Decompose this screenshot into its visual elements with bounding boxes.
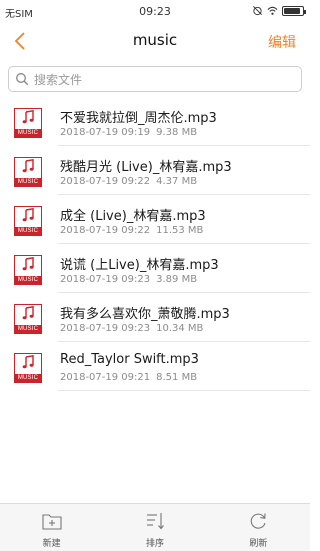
row-divider — [58, 390, 310, 391]
refresh-label: 刷新 — [249, 539, 268, 549]
file-size: 4.37 MB — [156, 176, 198, 187]
nav-bar: music 编辑 — [0, 22, 310, 60]
file-date: 2018-07-19 09:22 — [60, 225, 151, 236]
file-date: 2018-07-19 09:23 — [60, 323, 151, 334]
music-tag: MUSIC — [14, 129, 42, 138]
search-input[interactable]: 搜索文件 — [8, 66, 302, 92]
file-list-item[interactable]: MUSIC 不爱我就拉倒_周杰伦.mp3 2018-07-19 09:19 9.38 … — [0, 97, 310, 146]
file-meta: 2018-07-19 09:21 8.51 MB — [60, 372, 197, 383]
file-meta: 2018-07-19 09:23 3.89 MB — [60, 274, 197, 285]
music-tag: MUSIC — [14, 325, 42, 334]
file-meta: 2018-07-19 09:22 4.37 MB — [60, 176, 197, 187]
sort-button[interactable]: 排序 — [103, 504, 206, 551]
music-note-icon — [22, 159, 34, 173]
file-name: 不爱我就拉倒_周杰伦.mp3 — [60, 111, 217, 126]
music-note-icon — [22, 257, 34, 271]
file-size: 9.38 MB — [156, 127, 198, 138]
music-note-icon — [22, 306, 34, 320]
file-date: 2018-07-19 09:23 — [60, 274, 151, 285]
music-note-icon — [22, 208, 34, 222]
music-tag: MUSIC — [14, 276, 42, 285]
alarm-off-icon — [253, 6, 262, 16]
page-title: music — [132, 31, 178, 49]
file-list-item[interactable]: MUSIC 我有多么喜欢你_萧敬腾.mp3 2018-07-19 09:23 10.3… — [0, 293, 310, 342]
file-list-item[interactable]: MUSIC 说谎 (上Live)_林宥嘉.mp3 2018-07-19 09:23 3… — [0, 244, 310, 293]
music-file-icon: MUSIC — [14, 157, 42, 187]
file-size: 8.51 MB — [156, 372, 198, 383]
file-meta: 2018-07-19 09:23 10.34 MB — [60, 323, 203, 334]
new-label: 新建 — [42, 539, 61, 549]
music-file-icon: MUSIC — [14, 206, 42, 236]
file-date: 2018-07-19 09:22 — [60, 176, 151, 187]
music-file-icon: MUSIC — [14, 304, 42, 334]
file-meta: 2018-07-19 09:22 11.53 MB — [60, 225, 203, 236]
edit-button[interactable]: 编辑 — [268, 32, 296, 52]
new-folder-icon — [42, 514, 62, 530]
file-date: 2018-07-19 09:19 — [60, 127, 151, 138]
sort-label: 排序 — [145, 539, 164, 549]
file-name: 残酷月光 (Live)_林宥嘉.mp3 — [60, 160, 232, 175]
search-placeholder: 搜索文件 — [34, 72, 83, 87]
file-name: 说谎 (上Live)_林宥嘉.mp3 — [60, 258, 219, 273]
file-name: Red_Taylor Swift.mp3 — [60, 352, 199, 367]
file-size: 3.89 MB — [156, 274, 198, 285]
file-size: 10.34 MB — [156, 323, 204, 334]
battery-level — [284, 7, 301, 14]
file-list-item[interactable]: MUSIC 成全 (Live)_林宥嘉.mp3 2018-07-19 09:22 11… — [0, 195, 310, 244]
new-button[interactable]: 新建 — [0, 504, 103, 551]
bottom-toolbar: 新建 排序 刷新 — [0, 503, 310, 551]
music-file-icon: MUSIC — [14, 108, 42, 138]
battery-icon — [282, 5, 306, 16]
file-name: 我有多么喜欢你_萧敬腾.mp3 — [60, 307, 230, 322]
file-name: 成全 (Live)_林宥嘉.mp3 — [60, 209, 206, 224]
file-list-item[interactable]: MUSIC 残酷月光 (Live)_林宥嘉.mp3 2018-07-19 09:22… — [0, 146, 310, 195]
sort-icon — [146, 513, 164, 530]
search-icon — [16, 73, 29, 86]
refresh-button[interactable]: 刷新 — [207, 504, 310, 551]
music-file-icon: MUSIC — [14, 255, 42, 285]
file-list-item[interactable]: MUSIC Red_Taylor Swift.mp3 2018-07-19 09:2… — [0, 342, 310, 391]
music-tag: MUSIC — [14, 374, 42, 383]
music-tag: MUSIC — [14, 178, 42, 187]
music-tag: MUSIC — [14, 227, 42, 236]
status-bar: 无SIM 09:23 — [0, 0, 310, 22]
wifi-icon — [267, 6, 278, 15]
file-meta: 2018-07-19 09:19 9.38 MB — [60, 127, 197, 138]
file-size: 11.53 MB — [156, 225, 204, 236]
music-note-icon — [22, 110, 34, 124]
status-icons — [252, 5, 306, 16]
music-file-icon: MUSIC — [14, 353, 42, 383]
refresh-icon — [251, 513, 266, 529]
file-list: MUSIC 不爱我就拉倒_周杰伦.mp3 2018-07-19 09:19 9.38 … — [0, 97, 310, 391]
file-date: 2018-07-19 09:21 — [60, 372, 151, 383]
music-note-icon — [22, 355, 34, 369]
